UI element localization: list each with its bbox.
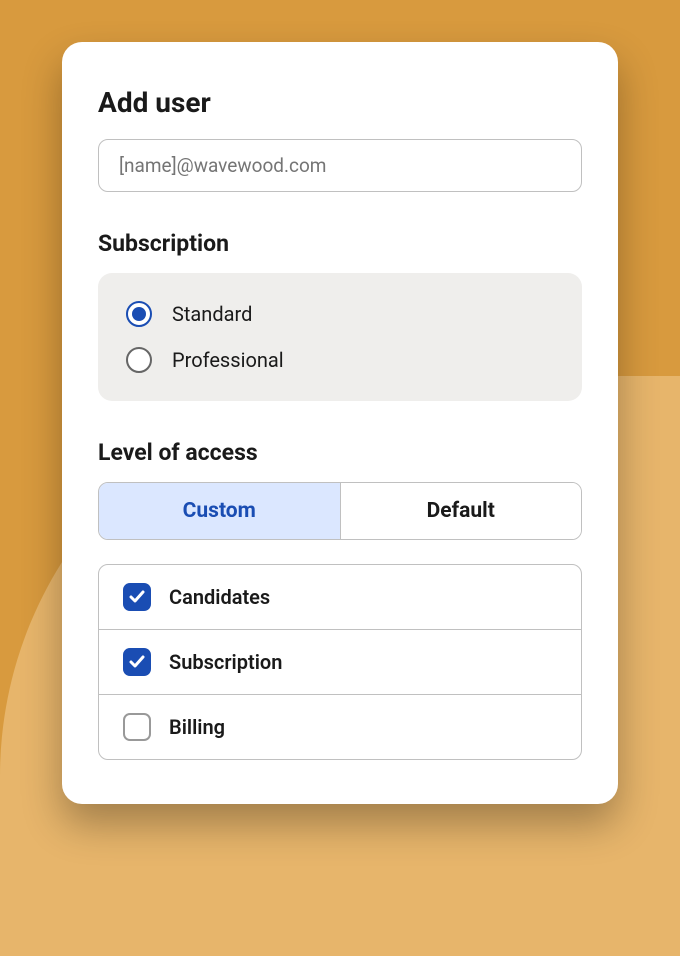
radio-icon [126,347,152,373]
checkbox-checked-icon [123,648,151,676]
checkbox-checked-icon [123,583,151,611]
subscription-option-professional[interactable]: Professional [126,337,554,383]
page-title: Add user [98,86,582,119]
access-segmented-control: Custom Default [98,482,582,540]
permission-billing[interactable]: Billing [99,695,581,759]
checkmark-icon [129,590,145,604]
checkbox-label: Candidates [169,585,270,609]
checkbox-unchecked-icon [123,713,151,741]
radio-label: Professional [172,348,284,372]
permissions-list: Candidates Subscription Billing [98,564,582,760]
checkbox-label: Subscription [169,650,282,674]
radio-dot-icon [132,307,146,321]
tab-custom[interactable]: Custom [99,483,341,539]
email-input[interactable] [98,139,582,192]
subscription-option-standard[interactable]: Standard [126,291,554,337]
tab-default[interactable]: Default [341,483,582,539]
access-label: Level of access [98,439,582,466]
permission-subscription[interactable]: Subscription [99,630,581,695]
permission-candidates[interactable]: Candidates [99,565,581,630]
checkmark-icon [129,655,145,669]
radio-icon [126,301,152,327]
subscription-radio-group: Standard Professional [98,273,582,401]
add-user-card: Add user Subscription Standard Professio… [62,42,618,804]
subscription-label: Subscription [98,230,582,257]
radio-label: Standard [172,302,252,326]
checkbox-label: Billing [169,715,225,739]
